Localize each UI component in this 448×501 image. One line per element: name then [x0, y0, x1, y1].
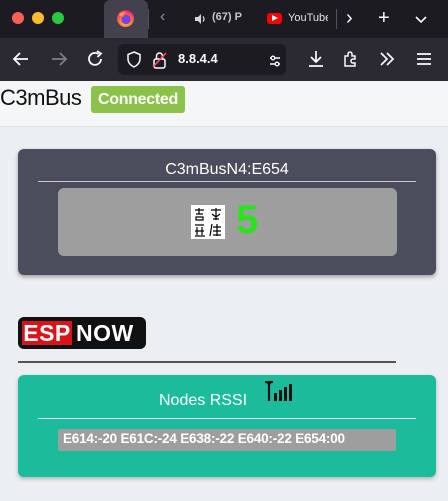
- rssi-readout-box: E614:-20 E61C:-24 E638:-22 E640:-22 E654…: [58, 429, 396, 451]
- speaker-icon[interactable]: [193, 12, 207, 26]
- new-tab-icon[interactable]: +: [378, 8, 390, 28]
- tab-scroll-right-icon[interactable]: ›: [346, 8, 353, 28]
- espnow-logo-now: NOW: [76, 320, 134, 346]
- espnow-logo-esp: ESP: [22, 320, 72, 346]
- youtube-icon: [267, 13, 282, 24]
- connection-status-badge: Connected: [91, 86, 185, 113]
- tab-title[interactable]: YouTube: [288, 12, 328, 24]
- close-window-button[interactable]: [12, 12, 24, 24]
- tab-list-icon[interactable]: [414, 12, 428, 26]
- node-card-title: C3mBusN4:E654: [165, 161, 289, 178]
- maximize-window-button[interactable]: [52, 12, 64, 24]
- brand-title: C3mBus: [0, 85, 82, 110]
- tab-title[interactable]: (67) P: [212, 11, 244, 23]
- overflow-chevron-icon[interactable]: [376, 48, 398, 70]
- node-value-box: 5: [58, 188, 397, 256]
- download-icon[interactable]: [305, 48, 327, 70]
- section-divider: [18, 361, 396, 363]
- tab-scroll-left-icon[interactable]: ‹: [160, 8, 165, 26]
- forward-arrow-icon[interactable]: [48, 48, 70, 70]
- firefox-icon: [116, 9, 135, 28]
- rssi-card: Nodes RSSI E614:-20 E61C:-24 E638:-22 E6…: [18, 375, 436, 477]
- shield-icon[interactable]: [126, 51, 142, 68]
- browser-tab-bar: ‹ (67) P YouTube › +: [0, 0, 448, 38]
- page-header: C3mBus Connected: [0, 81, 448, 127]
- browser-toolbar: 8.8.4.4: [0, 38, 448, 81]
- minimize-window-button[interactable]: [32, 12, 44, 24]
- address-bar[interactable]: 8.8.4.4: [118, 44, 286, 75]
- espnow-logo: ESP NOW: [18, 317, 146, 349]
- extensions-icon[interactable]: [340, 48, 362, 70]
- permissions-icon[interactable]: [268, 54, 282, 68]
- reload-icon[interactable]: [84, 48, 106, 70]
- calligraphy-logo-icon: [191, 205, 225, 239]
- insecure-lock-icon[interactable]: [152, 51, 167, 69]
- node-value: 5: [236, 198, 259, 242]
- rssi-card-title: Nodes RSSI: [159, 392, 248, 409]
- menu-icon[interactable]: [413, 48, 435, 70]
- signal-strength-icon: [265, 381, 292, 401]
- url-text[interactable]: 8.8.4.4: [178, 51, 218, 66]
- node-card: C3mBusN4:E654 5: [18, 149, 436, 275]
- back-arrow-icon[interactable]: [10, 48, 32, 70]
- page-content: C3mBus Connected C3mBusN4:E654 5 ESP NOW…: [0, 81, 448, 501]
- rssi-readout: E614:-20 E61C:-24 E638:-22 E640:-22 E654…: [63, 431, 345, 446]
